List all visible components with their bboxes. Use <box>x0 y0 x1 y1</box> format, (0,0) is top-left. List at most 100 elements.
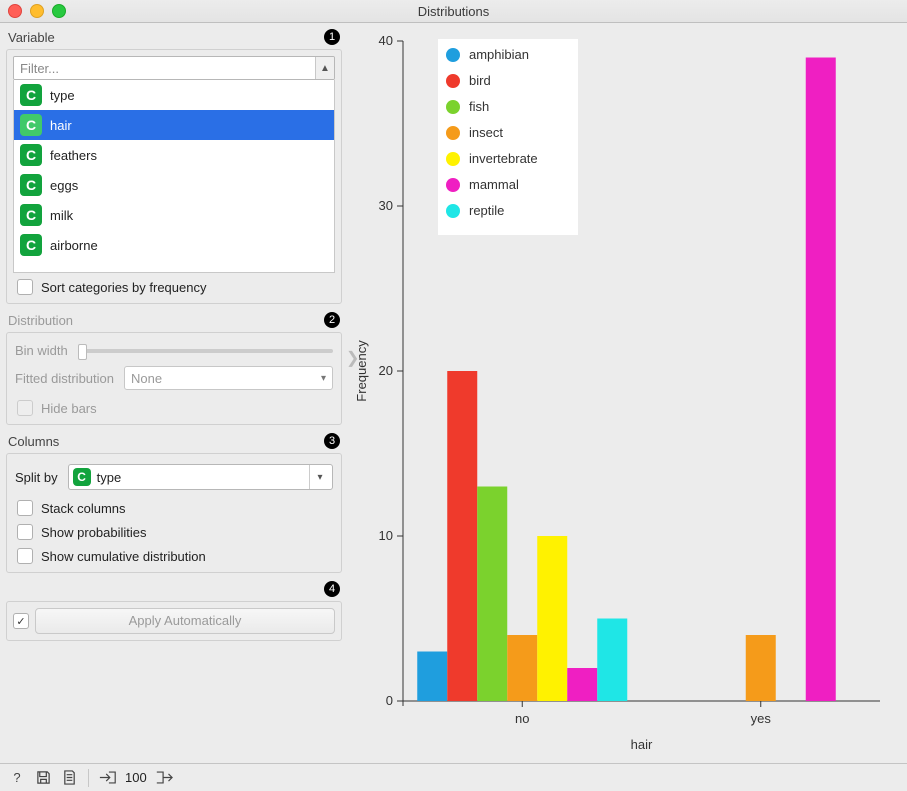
legend-swatch <box>446 204 460 218</box>
bar <box>806 58 836 702</box>
apply-panel: Apply Automatically <box>6 601 342 641</box>
split-select[interactable]: C type ▾ <box>68 464 333 490</box>
categorical-icon: C <box>20 204 42 226</box>
bar <box>507 635 537 701</box>
input-icon[interactable] <box>99 769 117 787</box>
list-item[interactable]: Cmilk <box>14 200 334 230</box>
bar <box>417 652 447 702</box>
legend-label: bird <box>469 73 491 88</box>
chart-area: 010203040Frequencynoyeshairamphibianbird… <box>348 23 907 763</box>
distribution-header: Distribution 2 <box>8 312 340 328</box>
titlebar: Distributions <box>0 0 907 23</box>
sort-checkbox[interactable] <box>17 279 33 295</box>
sort-label: Sort categories by frequency <box>41 280 206 295</box>
list-item-label: eggs <box>50 178 78 193</box>
list-item-label: hair <box>50 118 72 133</box>
legend-label: mammal <box>469 177 519 192</box>
legend-label: amphibian <box>469 47 529 62</box>
maximize-icon[interactable] <box>52 4 66 18</box>
prob-label: Show probabilities <box>41 525 147 540</box>
list-item[interactable]: Ctype <box>14 80 334 110</box>
filter-input[interactable] <box>14 57 315 79</box>
list-item[interactable]: Cfeathers <box>14 140 334 170</box>
categorical-icon: C <box>73 468 91 486</box>
variable-list[interactable]: CtypeChairCfeathersCeggsCmilkCairborne <box>13 80 335 273</box>
scroll-up-icon[interactable]: ▲ <box>315 57 334 79</box>
fitted-select[interactable]: None ▾ <box>124 366 333 390</box>
categorical-icon: C <box>20 174 42 196</box>
save-icon[interactable] <box>34 769 52 787</box>
x-tick: no <box>515 711 529 726</box>
y-axis-label: Frequency <box>354 340 369 402</box>
legend-label: invertebrate <box>469 151 538 166</box>
minimize-icon[interactable] <box>30 4 44 18</box>
list-item[interactable]: Ceggs <box>14 170 334 200</box>
bar <box>537 536 567 701</box>
variable-header: Variable 1 <box>8 29 340 45</box>
fitted-row: Fitted distribution None ▾ <box>13 362 335 394</box>
variable-badge: 1 <box>324 29 340 45</box>
bar <box>567 668 597 701</box>
y-tick: 40 <box>379 33 393 48</box>
distribution-badge: 2 <box>324 312 340 328</box>
variable-panel: ▲ CtypeChairCfeathersCeggsCmilkCairborne… <box>6 49 342 304</box>
prob-row[interactable]: Show probabilities <box>13 518 335 542</box>
split-row: Split by C type ▾ <box>13 460 335 494</box>
chevron-down-icon: ▾ <box>321 373 326 384</box>
legend-swatch <box>446 178 460 192</box>
bin-width-slider[interactable] <box>78 349 333 353</box>
y-tick: 20 <box>379 363 393 378</box>
list-item-label: airborne <box>50 238 98 253</box>
legend-swatch <box>446 48 460 62</box>
row-count: 100 <box>125 770 147 785</box>
variable-label: Variable <box>8 30 55 45</box>
stack-checkbox[interactable] <box>17 500 33 516</box>
hide-bars-row: Hide bars <box>13 394 335 418</box>
distribution-panel: Bin width Fitted distribution None ▾ Hid… <box>6 332 342 425</box>
stack-label: Stack columns <box>41 501 126 516</box>
legend-label: fish <box>469 99 489 114</box>
categorical-icon: C <box>20 114 42 136</box>
stack-row[interactable]: Stack columns <box>13 494 335 518</box>
legend-swatch <box>446 152 460 166</box>
categorical-icon: C <box>20 84 42 106</box>
fitted-value: None <box>131 371 162 386</box>
distribution-label: Distribution <box>8 313 73 328</box>
categorical-icon: C <box>20 144 42 166</box>
categorical-icon: C <box>20 234 42 256</box>
bin-width-row: Bin width <box>13 339 335 362</box>
slider-thumb[interactable] <box>78 344 87 360</box>
window-title: Distributions <box>418 4 490 19</box>
legend-swatch <box>446 74 460 88</box>
y-tick: 0 <box>386 693 393 708</box>
list-item-label: milk <box>50 208 73 223</box>
report-icon[interactable] <box>60 769 78 787</box>
columns-badge: 3 <box>324 433 340 449</box>
filter-field[interactable]: ▲ <box>13 56 335 80</box>
close-icon[interactable] <box>8 4 22 18</box>
split-label: Split by <box>15 470 58 485</box>
sort-checkbox-row[interactable]: Sort categories by frequency <box>13 273 335 297</box>
prob-checkbox[interactable] <box>17 524 33 540</box>
split-value: type <box>97 470 303 485</box>
apply-header: 4 <box>8 581 340 597</box>
auto-apply-checkbox[interactable] <box>13 613 29 629</box>
columns-label: Columns <box>8 434 59 449</box>
x-axis-label: hair <box>631 737 653 752</box>
cum-label: Show cumulative distribution <box>41 549 206 564</box>
columns-header: Columns 3 <box>8 433 340 449</box>
apply-button[interactable]: Apply Automatically <box>35 608 335 634</box>
bar <box>597 619 627 702</box>
window-controls <box>8 4 66 18</box>
output-icon[interactable] <box>155 769 173 787</box>
list-item[interactable]: Cairborne <box>14 230 334 260</box>
cum-checkbox[interactable] <box>17 548 33 564</box>
list-item[interactable]: Chair <box>14 110 334 140</box>
y-tick: 10 <box>379 528 393 543</box>
apply-badge: 4 <box>324 581 340 597</box>
cum-row[interactable]: Show cumulative distribution <box>13 542 335 566</box>
fitted-label: Fitted distribution <box>15 371 114 386</box>
help-icon[interactable]: ? <box>8 769 26 787</box>
x-tick: yes <box>751 711 772 726</box>
list-item-label: type <box>50 88 75 103</box>
